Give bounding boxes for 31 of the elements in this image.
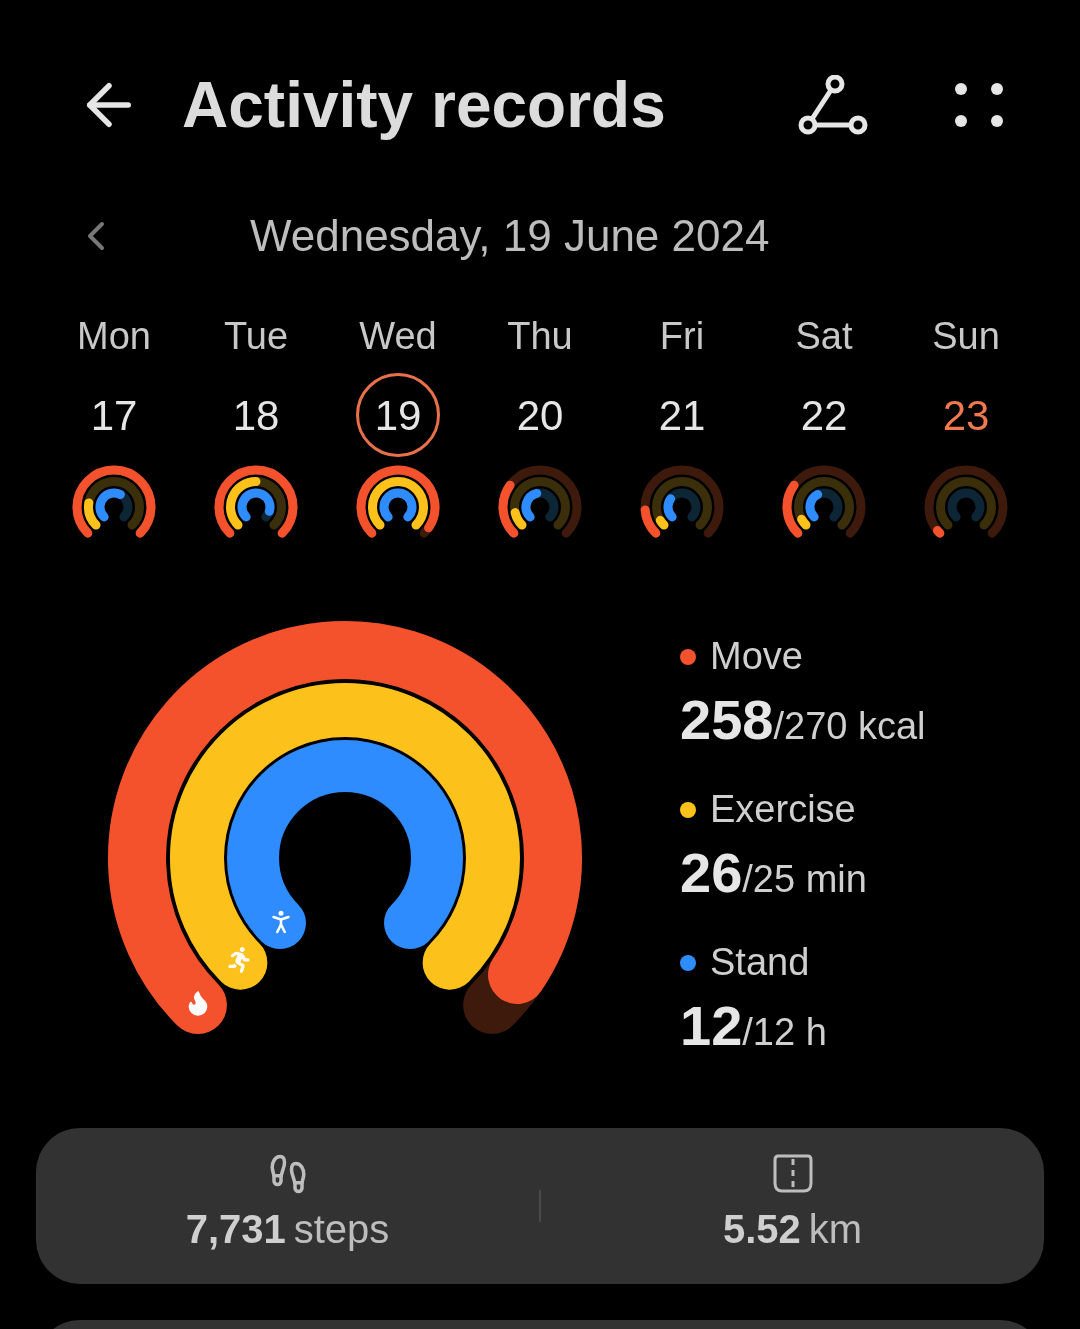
day-button[interactable]: 20 bbox=[498, 373, 582, 457]
weekday-label: Wed bbox=[359, 317, 437, 357]
more-icon[interactable] bbox=[954, 82, 1004, 128]
weekday-label: Sun bbox=[932, 317, 1000, 357]
road-icon bbox=[771, 1153, 814, 1195]
goal-value: 258 bbox=[680, 687, 774, 753]
goal-value: 12 bbox=[680, 993, 743, 1059]
weekday-label: Sat bbox=[795, 317, 853, 357]
goal-target: /270 kcal bbox=[773, 705, 926, 749]
date-label: Wednesday, 19 June 2024 bbox=[250, 210, 770, 262]
route-icon[interactable] bbox=[798, 75, 868, 135]
weekday-label: Mon bbox=[77, 317, 151, 357]
day-button[interactable]: 23 bbox=[924, 373, 1008, 457]
summary-value: 5.52 bbox=[722, 1206, 801, 1253]
day-button[interactable]: 18 bbox=[214, 373, 298, 457]
day-button[interactable]: 21 bbox=[640, 373, 724, 457]
day-button[interactable]: 19 bbox=[356, 373, 440, 457]
goal-name: Move bbox=[710, 634, 803, 679]
summary-unit: steps bbox=[293, 1206, 390, 1253]
goal-name: Stand bbox=[710, 940, 810, 985]
goal-name: Exercise bbox=[710, 787, 856, 832]
day-button[interactable]: 22 bbox=[782, 373, 866, 457]
weekday-label: Thu bbox=[507, 317, 573, 357]
day-button[interactable]: 17 bbox=[72, 373, 156, 457]
goal-target: /12 h bbox=[742, 1011, 827, 1055]
weekday-label: Fri bbox=[659, 317, 705, 357]
goal-target: /25 min bbox=[742, 858, 867, 902]
summary-unit: km bbox=[808, 1206, 863, 1253]
weekday-label: Tue bbox=[223, 317, 289, 357]
summary-value: 7,731 bbox=[185, 1206, 286, 1253]
goal-value: 26 bbox=[680, 840, 743, 906]
